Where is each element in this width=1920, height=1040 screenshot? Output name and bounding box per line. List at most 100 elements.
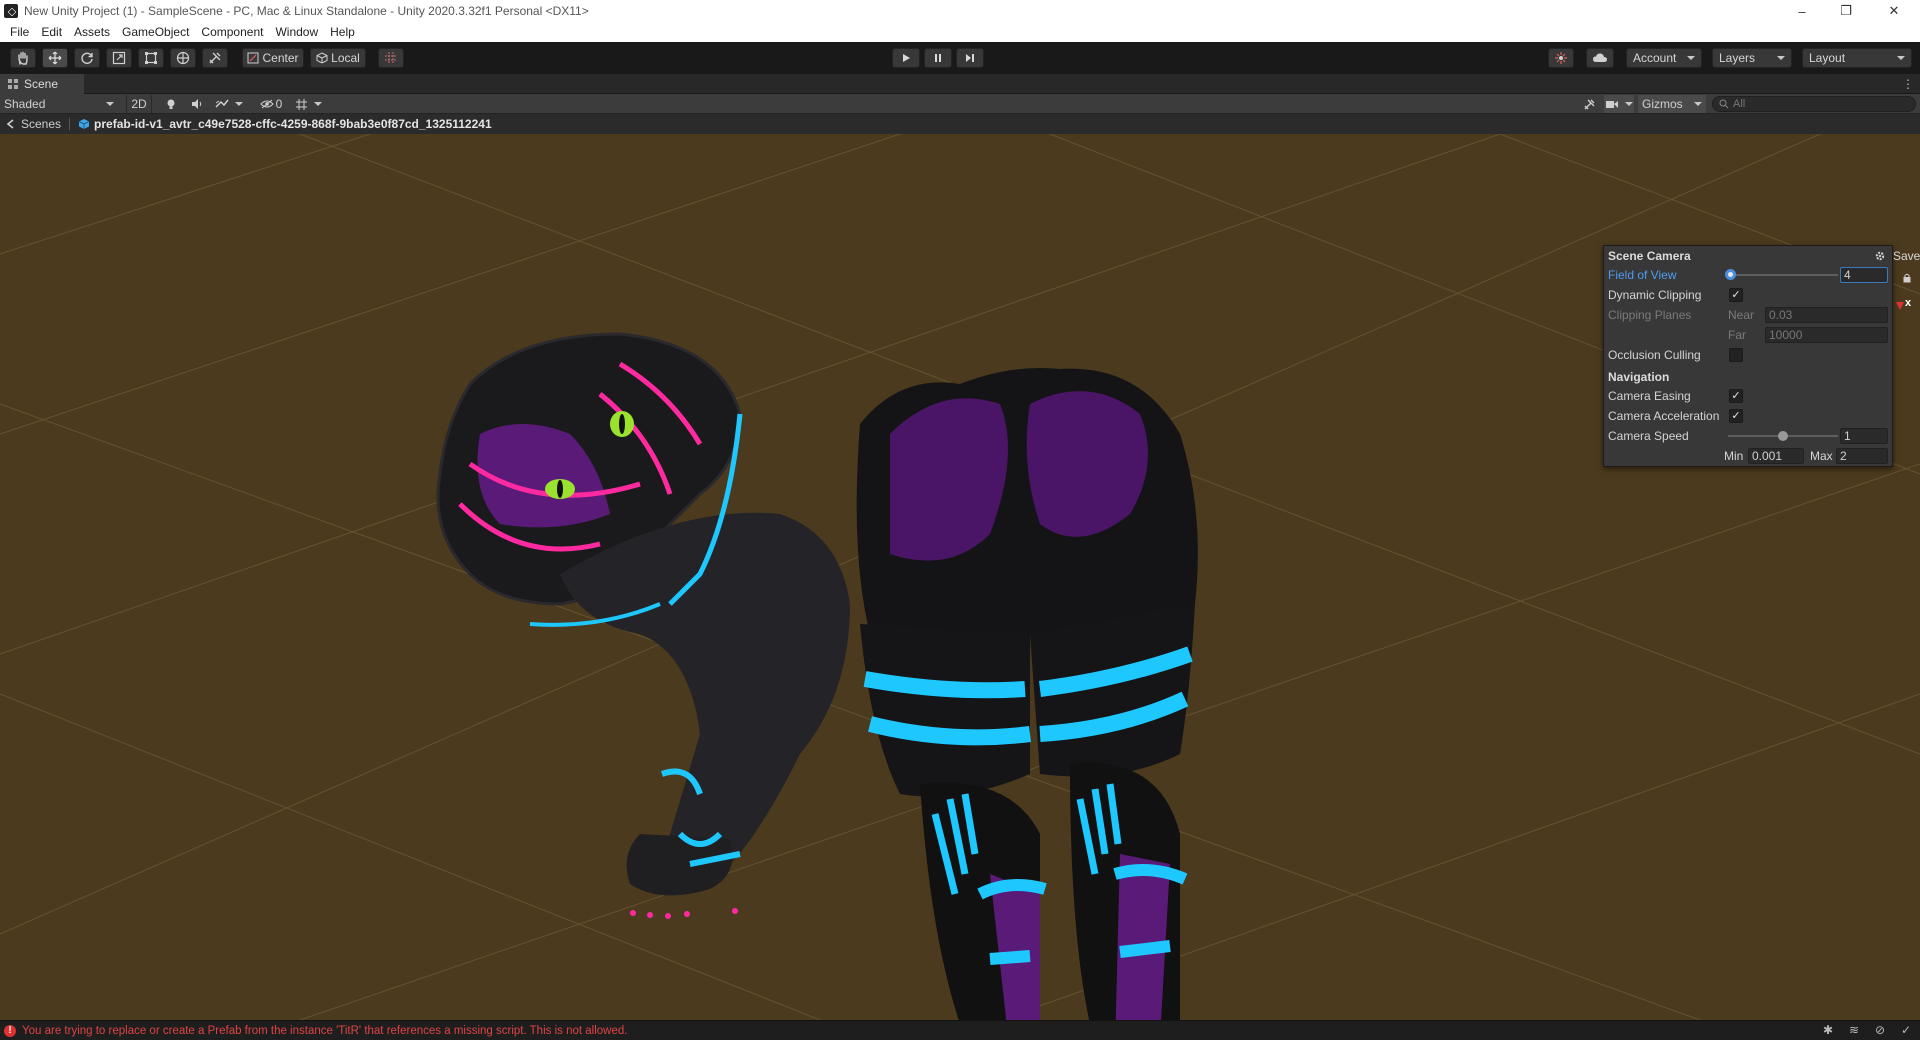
- scale-tool-button[interactable]: [106, 48, 132, 68]
- tab-menu-icon[interactable]: ⋮: [1902, 77, 1914, 91]
- lock-icon[interactable]: [1903, 273, 1911, 283]
- pivot-center-toggle[interactable]: Center: [242, 48, 304, 68]
- grid-snapping-button[interactable]: [378, 48, 404, 68]
- save-button[interactable]: Save: [1893, 249, 1920, 263]
- close-window-button[interactable]: ✕: [1872, 0, 1916, 22]
- dynamic-clipping-label: Dynamic Clipping: [1608, 288, 1702, 302]
- field-of-view-input[interactable]: 4: [1840, 267, 1888, 283]
- back-arrow-icon: [6, 119, 14, 129]
- chevron-down-icon: [1687, 56, 1695, 60]
- chevron-down-icon: [1777, 56, 1785, 60]
- near-label: Near: [1728, 308, 1755, 322]
- pivot-space-toggle[interactable]: Local: [310, 48, 366, 68]
- layout-dropdown[interactable]: Layout: [1802, 48, 1912, 68]
- field-of-view-slider[interactable]: [1728, 274, 1838, 276]
- prefab-name: prefab-id-v1_avtr_c49e7528-cffc-4259-868…: [94, 117, 492, 131]
- scene-tools-button[interactable]: [1578, 95, 1600, 113]
- play-icon: [903, 54, 910, 62]
- gizmos-dropdown[interactable]: Gizmos: [1638, 95, 1706, 113]
- avatar-model: [436, 332, 1198, 1020]
- field-of-view-slider-handle[interactable]: [1725, 269, 1737, 280]
- rotate-icon: [81, 52, 93, 64]
- close-x-icon[interactable]: x: [1905, 297, 1911, 309]
- hidden-objects-toggle[interactable]: 0: [256, 95, 286, 113]
- step-button[interactable]: [956, 48, 984, 68]
- scene-search-input[interactable]: All: [1712, 96, 1916, 112]
- auto-generate-lighting-icon[interactable]: ⊘: [1872, 1023, 1888, 1037]
- dynamic-clipping-checkbox[interactable]: ✓: [1729, 288, 1743, 302]
- occlusion-culling-checkbox[interactable]: [1729, 348, 1743, 362]
- gear-icon[interactable]: [1874, 250, 1886, 262]
- effects-dropdown[interactable]: [212, 95, 246, 113]
- chevron-down-icon: [106, 102, 114, 106]
- scene-viewport[interactable]: Scene Camera Field of View 4 Dynamic Cli…: [0, 134, 1920, 1020]
- breadcrumb-scenes[interactable]: Scenes: [6, 117, 61, 131]
- unity-logo-icon: [4, 4, 18, 18]
- pivot-center-icon: [247, 52, 259, 64]
- cloud-button[interactable]: [1586, 48, 1614, 68]
- cloud-icon: [1593, 53, 1607, 62]
- menu-assets[interactable]: Assets: [68, 25, 116, 39]
- camera-speed-slider-handle[interactable]: [1778, 431, 1788, 441]
- menu-help[interactable]: Help: [324, 25, 361, 39]
- camera-acceleration-label: Camera Acceleration: [1608, 409, 1720, 423]
- menu-window[interactable]: Window: [269, 25, 324, 39]
- status-icons: ✱ ≋ ⊘ ✓: [1820, 1023, 1914, 1037]
- scene-tab-label: Scene: [24, 77, 59, 91]
- tools-icon: [1584, 99, 1594, 109]
- menu-gameobject[interactable]: GameObject: [116, 25, 195, 39]
- chevron-down-icon: [1897, 56, 1905, 60]
- cache-server-icon[interactable]: ≋: [1846, 1023, 1862, 1037]
- menu-edit[interactable]: Edit: [35, 25, 68, 39]
- transform-tool-button[interactable]: [170, 48, 196, 68]
- effects-icon: [215, 99, 229, 108]
- grid-icon: [295, 98, 307, 110]
- layers-dropdown[interactable]: Layers: [1712, 48, 1792, 68]
- progress-check-icon[interactable]: ✓: [1898, 1023, 1914, 1037]
- 2d-mode-toggle[interactable]: 2D: [126, 95, 152, 113]
- search-icon: [1719, 99, 1729, 109]
- main-toolbar: Center Local Account Layers Layout: [0, 42, 1920, 74]
- scene-camera-dropdown[interactable]: [1604, 95, 1634, 113]
- status-bar[interactable]: ! You are trying to replace or create a …: [0, 1020, 1920, 1040]
- max-label: Max: [1810, 449, 1833, 463]
- collab-button[interactable]: [1548, 48, 1574, 68]
- move-tool-button[interactable]: [42, 48, 68, 68]
- lighting-toggle[interactable]: [160, 95, 182, 113]
- console-error-message[interactable]: You are trying to replace or create a Pr…: [22, 1025, 627, 1037]
- camera-speed-label: Camera Speed: [1608, 429, 1689, 443]
- shading-mode-dropdown[interactable]: Shaded: [2, 95, 120, 113]
- shading-mode-label: Shaded: [4, 97, 46, 111]
- tab-scene[interactable]: Scene: [0, 74, 84, 94]
- restore-button[interactable]: ❐: [1824, 0, 1868, 22]
- play-button[interactable]: [892, 48, 920, 68]
- grid-visibility-dropdown[interactable]: [290, 95, 326, 113]
- rect-tool-button[interactable]: [138, 48, 164, 68]
- camera-acceleration-checkbox[interactable]: ✓: [1729, 409, 1743, 423]
- collab-icon: [1555, 52, 1567, 64]
- camera-speed-input[interactable]: 1: [1840, 428, 1888, 444]
- camera-easing-checkbox[interactable]: ✓: [1729, 389, 1743, 403]
- near-clip-input[interactable]: 0.03: [1765, 307, 1888, 323]
- menu-file[interactable]: File: [4, 25, 35, 39]
- breadcrumb-prefab[interactable]: prefab-id-v1_avtr_c49e7528-cffc-4259-868…: [78, 117, 492, 131]
- camera-easing-label: Camera Easing: [1608, 389, 1691, 403]
- far-clip-input[interactable]: 10000: [1765, 327, 1888, 343]
- minimize-button[interactable]: –: [1780, 0, 1824, 22]
- scene-toolbar: Shaded 2D 0 Gizmos All: [0, 94, 1920, 114]
- custom-tool-button[interactable]: [202, 48, 228, 68]
- rotate-tool-button[interactable]: [74, 48, 100, 68]
- camera-speed-max-input[interactable]: 2: [1836, 448, 1888, 464]
- scene-camera-title: Scene Camera: [1608, 249, 1691, 263]
- pause-button[interactable]: [924, 48, 952, 68]
- scene-camera-panel: Scene Camera Field of View 4 Dynamic Cli…: [1603, 245, 1893, 467]
- account-dropdown[interactable]: Account: [1626, 48, 1702, 68]
- menu-component[interactable]: Component: [195, 25, 269, 39]
- bug-icon[interactable]: ✱: [1820, 1023, 1836, 1037]
- hand-tool-button[interactable]: [10, 48, 36, 68]
- layout-label: Layout: [1809, 51, 1846, 65]
- field-of-view-label: Field of View: [1608, 268, 1677, 282]
- camera-speed-min-input[interactable]: 0.001: [1748, 448, 1804, 464]
- scene-grid-icon: [8, 79, 18, 89]
- audio-toggle[interactable]: [186, 95, 208, 113]
